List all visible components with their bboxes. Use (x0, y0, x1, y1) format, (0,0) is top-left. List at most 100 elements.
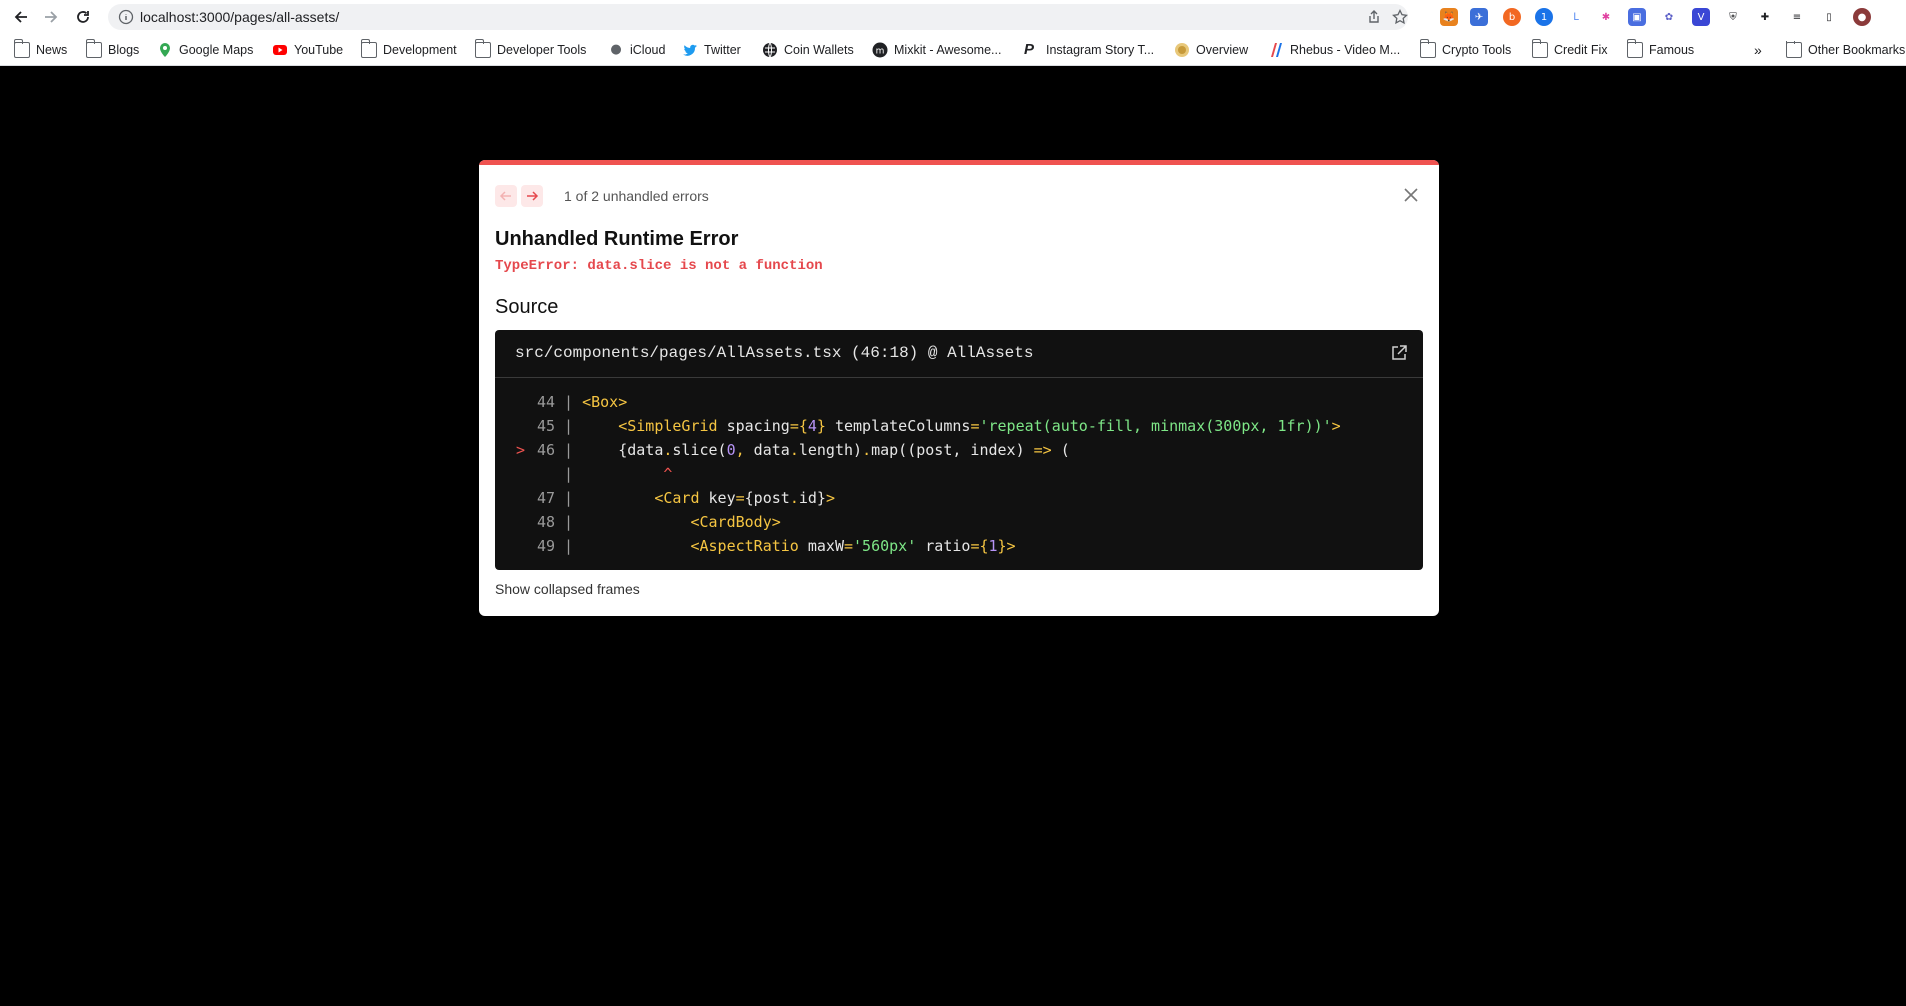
metamask-extension-icon[interactable]: 🦊 (1440, 8, 1458, 26)
folder-icon (1419, 39, 1436, 58)
youtube-icon (273, 45, 287, 55)
extensions-puzzle-icon[interactable]: ✚ (1756, 8, 1774, 26)
code-token: }> (997, 537, 1016, 555)
rocket-extension-icon[interactable]: ✈ (1470, 8, 1488, 26)
bookmark-coin-wallets[interactable]: Coin Wallets (762, 41, 854, 59)
url-text[interactable]: localhost:3000/pages/all-assets/ (140, 9, 339, 25)
reload-icon (77, 11, 89, 23)
code-line: 47 | <Card key={post.id}> (495, 486, 835, 510)
next-error-button[interactable] (521, 185, 543, 207)
reading-list-icon[interactable]: ≡ (1788, 8, 1806, 26)
gutter-separator: | (555, 537, 583, 555)
source-file-link[interactable]: src/components/pages/AllAssets.tsx (46:1… (515, 344, 1033, 362)
code-token: > (1331, 417, 1341, 435)
other-bookmarks[interactable]: Other Bookmarks (1786, 41, 1906, 59)
profile-avatar[interactable]: ● (1853, 8, 1871, 26)
bookmark-credit-fix[interactable]: Credit Fix (1531, 39, 1607, 59)
window-extension-icon[interactable]: ▣ (1628, 8, 1646, 26)
bookmark-news[interactable]: News (13, 39, 67, 59)
site-info-icon[interactable] (118, 9, 134, 25)
bookmark-google-maps[interactable]: Google Maps (157, 41, 253, 59)
error-line-marker (495, 414, 525, 438)
code-token: 0 (726, 441, 736, 459)
l-extension-icon[interactable]: ᒪ (1567, 8, 1585, 26)
code-token: , (735, 441, 745, 459)
address-bar[interactable]: localhost:3000/pages/all-assets/ (108, 4, 1408, 30)
svg-text:m: m (876, 47, 885, 57)
folder-icon (360, 39, 377, 58)
bookmark-famous[interactable]: Famous (1626, 39, 1694, 59)
bookmark-icloud[interactable]: ● iCloud (608, 41, 665, 59)
code-token: ( (1051, 441, 1070, 459)
folder-icon (1531, 39, 1548, 58)
gutter-separator: | (555, 465, 583, 483)
code-token: . (862, 441, 872, 459)
bug-extension-icon[interactable]: ✱ (1597, 8, 1615, 26)
open-in-editor-icon[interactable] (1390, 344, 1408, 362)
forward-button[interactable] (38, 4, 64, 30)
gutter-separator: | (555, 441, 583, 459)
gutter-separator: | (555, 393, 583, 411)
code-token: = (735, 489, 745, 507)
code-line: 48 | <CardBody> (495, 510, 781, 534)
v-extension-icon[interactable]: V (1692, 8, 1710, 26)
p-logo-icon: P (1024, 41, 1035, 58)
code-line: >46 | {data.slice(0, data.length).map((p… (495, 438, 1070, 462)
bookmark-overview[interactable]: Overview (1174, 41, 1248, 59)
code-token: maxW (798, 537, 844, 555)
bookmark-development[interactable]: Development (360, 39, 457, 59)
code-token: id} (798, 489, 826, 507)
previous-error-button[interactable] (495, 185, 517, 207)
code-token: > (825, 489, 835, 507)
line-number: 44 (536, 393, 555, 411)
bookmark-developer-tools[interactable]: Developer Tools (474, 39, 586, 59)
code-token: } (816, 417, 826, 435)
bookmark-instagram-story[interactable]: P Instagram Story T... (1024, 41, 1154, 59)
code-token: 'repeat(auto-fill, minmax(300px, 1fr))' (979, 417, 1332, 435)
gutter-separator: | (555, 513, 583, 531)
close-icon[interactable] (1400, 184, 1422, 206)
code-token: map((post, index) (871, 441, 1034, 459)
folder-icon (1786, 41, 1802, 58)
error-line-marker (495, 486, 525, 510)
code-token: '560px' (853, 537, 917, 555)
code-token: . (789, 489, 799, 507)
code-token: => (1033, 441, 1052, 459)
bookmark-mixkit[interactable]: m Mixkit - Awesome... (872, 41, 1001, 59)
code-token: ratio (916, 537, 971, 555)
code-token: <Card (654, 489, 700, 507)
bookmark-twitter[interactable]: Twitter (682, 41, 741, 59)
folder-icon (85, 39, 102, 58)
arrow-left-icon (499, 191, 511, 201)
line-number: 46 (536, 441, 555, 459)
arrow-right-icon (527, 191, 539, 201)
code-token: 4 (807, 417, 817, 435)
gutter-separator: | (555, 417, 583, 435)
code-token: slice( (672, 441, 727, 459)
puzzle-extension-icon[interactable]: ✿ (1660, 8, 1678, 26)
error-message: TypeError: data.slice is not a function (495, 258, 823, 274)
reload-button[interactable] (70, 4, 96, 30)
error-line-marker: > (515, 441, 525, 459)
code-token: templateColumns (825, 417, 971, 435)
bookmark-youtube[interactable]: YouTube (272, 41, 343, 59)
bookmark-star-icon[interactable] (1392, 9, 1408, 25)
share-icon[interactable] (1366, 9, 1382, 25)
password-extension-icon[interactable]: 1 (1535, 8, 1553, 26)
bookmark-crypto-tools[interactable]: Crypto Tools (1419, 39, 1511, 59)
code-token: . (789, 441, 799, 459)
bookmark-rhebus[interactable]: Rhebus - Video M... (1268, 41, 1400, 59)
more-bookmarks-button[interactable]: » (1754, 41, 1762, 59)
code-token: {data (582, 441, 664, 459)
back-button[interactable] (8, 4, 34, 30)
code-token: <CardBody> (690, 513, 781, 531)
code-line: 49 | <AspectRatio maxW='560px' ratio={1}… (495, 534, 1016, 558)
show-collapsed-frames-button[interactable]: Show collapsed frames (495, 581, 640, 597)
b-extension-icon[interactable]: b (1503, 8, 1521, 26)
side-panel-icon[interactable]: ▯ (1820, 8, 1838, 26)
source-code-frame: src/components/pages/AllAssets.tsx (46:1… (495, 330, 1423, 570)
bookmark-blogs[interactable]: Blogs (85, 39, 139, 59)
shield-extension-icon[interactable]: ⛨ (1724, 8, 1742, 26)
